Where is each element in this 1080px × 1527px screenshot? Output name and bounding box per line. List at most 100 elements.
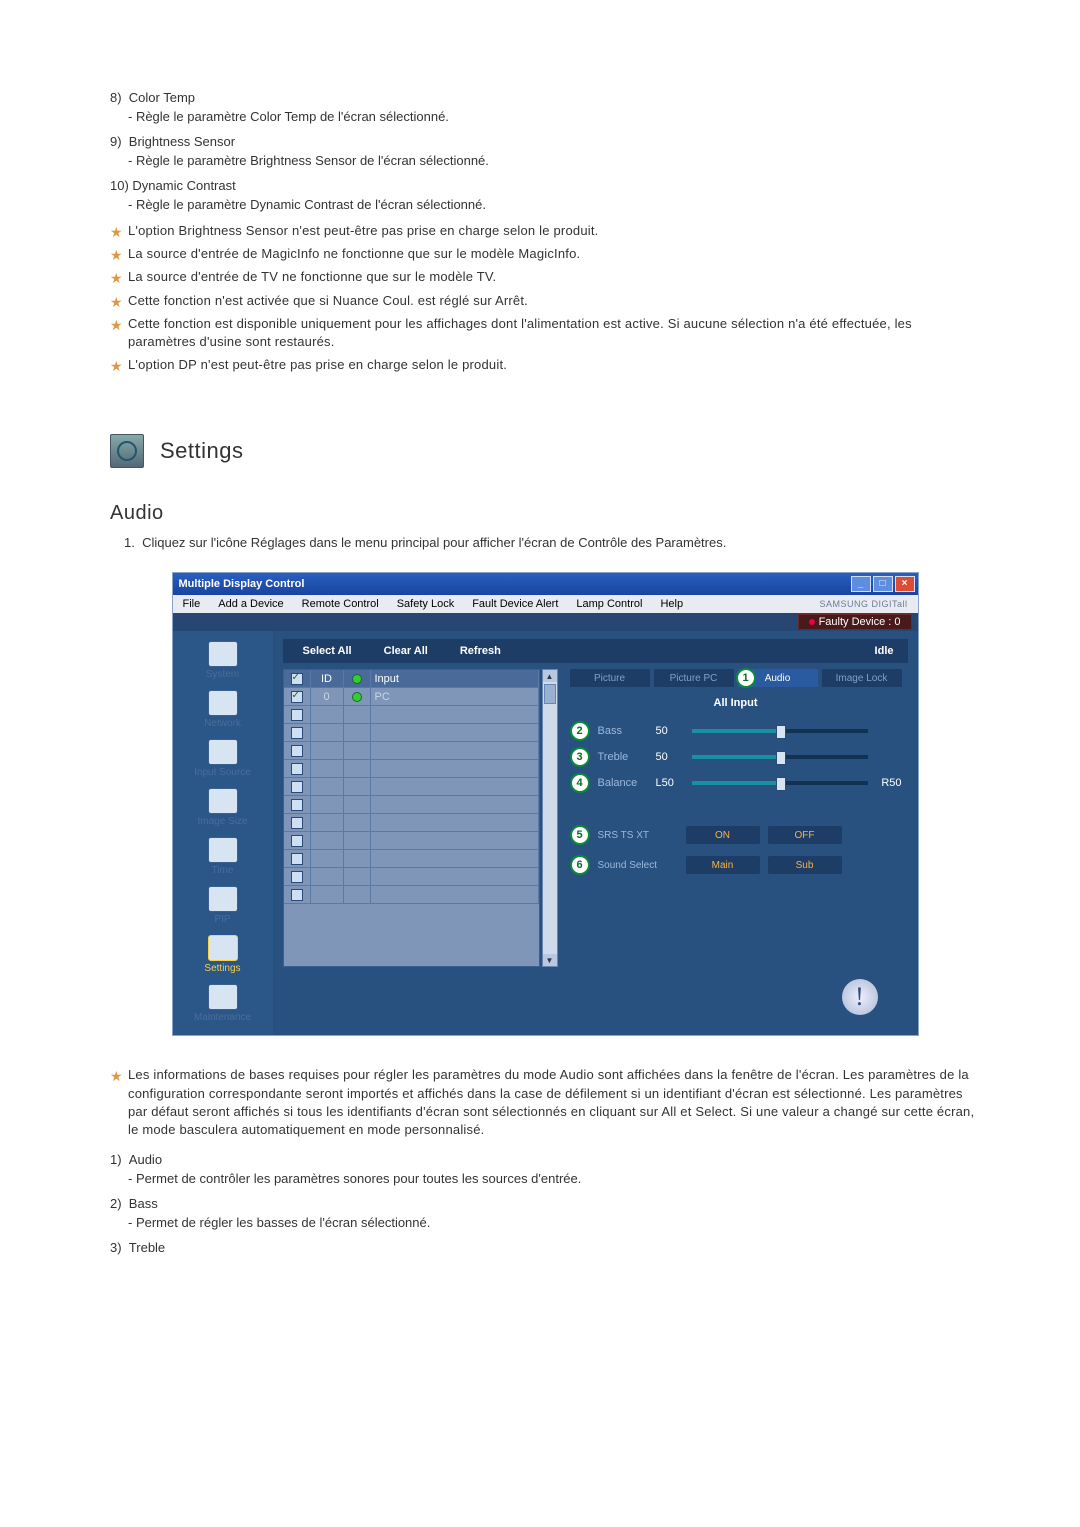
row-checkbox[interactable] <box>291 709 303 721</box>
row-checkbox[interactable] <box>291 871 303 883</box>
row-checkbox[interactable] <box>291 853 303 865</box>
close-button[interactable]: × <box>895 576 915 592</box>
srs-off-button[interactable]: OFF <box>768 826 842 844</box>
table-row[interactable]: 0 PC <box>284 688 539 706</box>
minimize-button[interactable]: _ <box>851 576 871 592</box>
header-input: Input <box>371 670 539 687</box>
sidebar-item-settings[interactable]: Settings <box>173 931 273 980</box>
select-all-button[interactable]: Select All <box>291 643 364 659</box>
sidebar-item-input-source[interactable]: Input Source <box>173 735 273 784</box>
star-icon: ★ <box>110 223 123 243</box>
note-6: L'option DP n'est peut-être pas prise en… <box>128 357 507 372</box>
sound-main-button[interactable]: Main <box>686 856 760 874</box>
star-icon: ★ <box>110 246 123 266</box>
row-checkbox[interactable] <box>291 799 303 811</box>
slider-thumb[interactable] <box>776 777 786 791</box>
menu-file[interactable]: File <box>183 598 201 610</box>
sidebar-item-system[interactable]: System <box>173 637 273 686</box>
settings-heading: Settings <box>160 438 244 464</box>
sidebar-label-settings: Settings <box>204 963 240 974</box>
grid-scrollbar[interactable]: ▲ ▼ <box>542 669 558 967</box>
menu-add-device[interactable]: Add a Device <box>218 598 283 610</box>
status-idle: Idle <box>875 645 900 657</box>
b1-title: Audio <box>129 1152 162 1167</box>
balance-slider[interactable] <box>692 781 868 785</box>
row-checkbox[interactable] <box>291 691 303 703</box>
tab-picture-label: Picture <box>594 673 625 684</box>
clear-all-button[interactable]: Clear All <box>372 643 440 659</box>
tab-image-lock[interactable]: Image Lock <box>822 669 902 687</box>
sidebar-item-image-size[interactable]: Image Size <box>173 784 273 833</box>
note-4: Cette fonction n'est activée que si Nuan… <box>128 293 528 308</box>
srs-on-button[interactable]: ON <box>686 826 760 844</box>
tab-audio-label: Audio <box>765 673 791 684</box>
menu-safety-lock[interactable]: Safety Lock <box>397 598 454 610</box>
intro-text: Cliquez sur l'icône Réglages dans le men… <box>142 535 726 550</box>
sidebar-item-maintenance[interactable]: Maintenance <box>173 980 273 1029</box>
maximize-button[interactable]: □ <box>873 576 893 592</box>
slider-thumb[interactable] <box>776 751 786 765</box>
star-icon: ★ <box>110 293 123 313</box>
note-3: La source d'entrée de TV ne fonctionne q… <box>128 269 496 284</box>
scroll-down-icon[interactable]: ▼ <box>543 954 557 966</box>
tab-picture-pc-label: Picture PC <box>670 673 718 684</box>
sidebar-item-network[interactable]: Network <box>173 686 273 735</box>
item-10-title: Dynamic Contrast <box>132 178 235 193</box>
menu-lamp-control[interactable]: Lamp Control <box>576 598 642 610</box>
row-checkbox[interactable] <box>291 817 303 829</box>
notes-list: ★ L'option Brightness Sensor n'est peut-ê… <box>110 222 980 374</box>
treble-slider[interactable] <box>692 755 868 759</box>
row-id: 0 <box>311 688 344 705</box>
callout-6: 6 <box>570 855 590 875</box>
note-1: L'option Brightness Sensor n'est peut-êt… <box>128 223 598 238</box>
faulty-dot-icon <box>809 619 815 625</box>
post-note: Les informations de bases requises pour … <box>128 1067 974 1137</box>
scroll-up-icon[interactable]: ▲ <box>543 670 557 682</box>
row-checkbox[interactable] <box>291 727 303 739</box>
sound-sub-button[interactable]: Sub <box>768 856 842 874</box>
b1-desc: - Permet de contrôler les paramètres son… <box>128 1171 980 1186</box>
row-checkbox[interactable] <box>291 745 303 757</box>
tab-picture-pc[interactable]: Picture PC <box>654 669 734 687</box>
star-icon: ★ <box>110 1067 123 1087</box>
sidebar: System Network Input Source Image Size T… <box>173 631 273 1035</box>
refresh-button[interactable]: Refresh <box>448 643 513 659</box>
sidebar-label-pip: PIP <box>214 914 230 925</box>
intro-num: 1. <box>124 535 135 550</box>
bass-slider[interactable] <box>692 729 868 733</box>
menu-fault-alert[interactable]: Fault Device Alert <box>472 598 558 610</box>
star-icon: ★ <box>110 316 123 336</box>
balance-right: R50 <box>876 777 902 789</box>
tab-audio[interactable]: 1 Audio <box>738 669 818 687</box>
network-icon <box>208 690 238 716</box>
sidebar-item-time[interactable]: Time <box>173 833 273 882</box>
row-checkbox[interactable] <box>291 835 303 847</box>
window-title: Multiple Display Control <box>179 578 305 590</box>
row-checkbox[interactable] <box>291 889 303 901</box>
menu-remote-control[interactable]: Remote Control <box>302 598 379 610</box>
menu-help[interactable]: Help <box>660 598 683 610</box>
balance-left: L50 <box>656 777 684 789</box>
row-checkbox[interactable] <box>291 763 303 775</box>
faulty-text: Faulty Device : 0 <box>819 616 901 628</box>
sound-select-label: Sound Select <box>598 860 678 871</box>
all-input-label: All Input <box>570 697 902 709</box>
item-10-desc: - Règle le paramètre Dynamic Contrast de… <box>128 197 980 212</box>
sidebar-label-time: Time <box>212 865 234 876</box>
row-checkbox[interactable] <box>291 781 303 793</box>
sidebar-label-system: System <box>206 669 239 680</box>
tab-picture[interactable]: Picture <box>570 669 650 687</box>
faulty-device-badge: Faulty Device : 0 <box>798 614 912 630</box>
treble-label: Treble <box>598 751 648 763</box>
b1-num: 1) <box>110 1152 122 1167</box>
sidebar-item-pip[interactable]: PIP <box>173 882 273 931</box>
item-8-num: 8) <box>110 90 122 105</box>
slider-thumb[interactable] <box>776 725 786 739</box>
scroll-thumb[interactable] <box>544 684 556 704</box>
note-5: Cette fonction est disponible uniquement… <box>128 316 912 349</box>
sidebar-label-input-source: Input Source <box>194 767 251 778</box>
system-icon <box>208 641 238 667</box>
input-source-icon <box>208 739 238 765</box>
header-checkbox[interactable] <box>291 673 303 685</box>
pip-icon <box>208 886 238 912</box>
